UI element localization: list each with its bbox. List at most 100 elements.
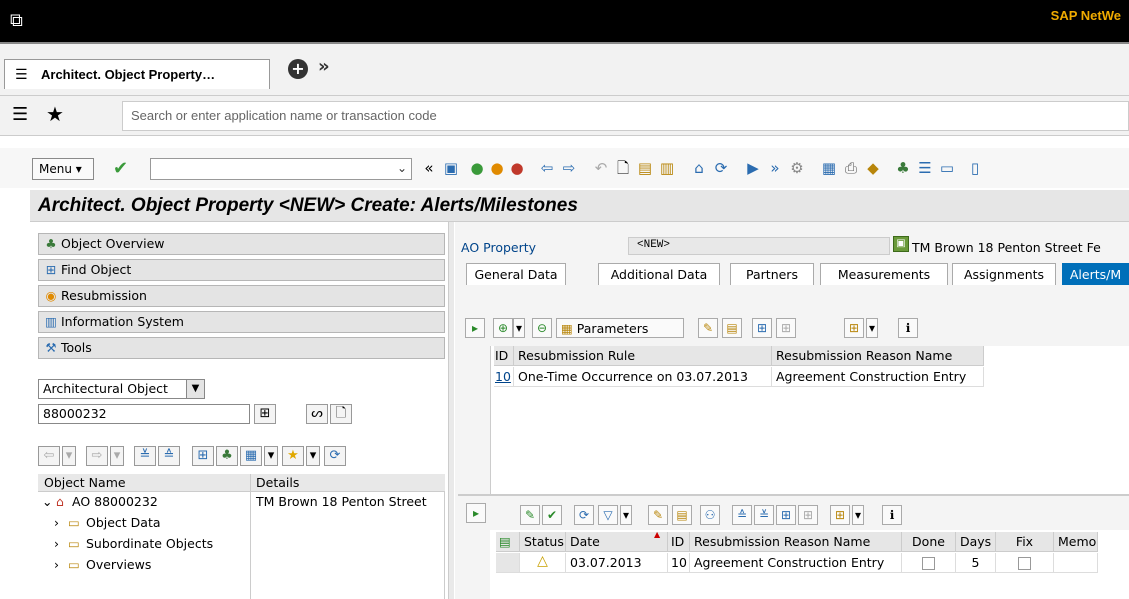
change-icon[interactable]: ▤ [672, 505, 692, 525]
collapse-all-icon[interactable]: ≙ [158, 446, 180, 466]
tree-refresh-icon[interactable]: ⟳ [324, 446, 346, 466]
system-menu-icon[interactable]: ⧉ [10, 10, 32, 32]
table-view-icon[interactable]: ▭ [938, 159, 956, 177]
copy-icon[interactable]: ▤ [636, 159, 654, 177]
more-tabs-chevron-icon[interactable]: » [318, 56, 330, 77]
chevron-right-icon[interactable]: › [54, 557, 59, 572]
structure-icon[interactable]: ♣ [894, 159, 912, 177]
back-icon[interactable]: ● [468, 159, 486, 177]
tab-general-data[interactable]: General Data [466, 263, 566, 285]
layout-dropdown-button[interactable]: ▾ [264, 446, 278, 466]
tree-favorites-icon[interactable]: ★ [282, 446, 304, 466]
layout-dropdown-icon[interactable]: ▾ [852, 505, 864, 525]
tab-additional-data[interactable]: Additional Data [598, 263, 720, 285]
tree-root-node[interactable]: ⌄ ⌂ AO 88000232 TM Brown 18 Penton Stree… [38, 492, 445, 513]
col-date[interactable]: Date [566, 532, 668, 552]
print-icon[interactable]: ⎙ [842, 159, 860, 177]
parameters-button[interactable]: ▦ Parameters [556, 318, 684, 338]
find-icon[interactable]: ⊞ [776, 505, 796, 525]
tree-hierarchy-icon[interactable]: ♣ [216, 446, 238, 466]
next-icon[interactable]: ⇨ [560, 159, 578, 177]
col-id[interactable]: ID [668, 532, 690, 552]
menu-button[interactable]: Menu ▾ [32, 158, 94, 180]
find-icon[interactable]: ⊞ [752, 318, 772, 338]
chevron-down-icon[interactable]: ⌄ [42, 494, 52, 509]
list-icon[interactable]: ☰ [916, 159, 934, 177]
col-memo[interactable]: Memo [1054, 532, 1098, 552]
settings-icon[interactable]: ⚙ [788, 159, 806, 177]
info-icon[interactable]: ℹ [898, 318, 918, 338]
back-double-icon[interactable]: « [420, 159, 438, 177]
tab-alerts-milestones[interactable]: Alerts/M [1062, 263, 1129, 285]
change-icon[interactable]: ▤ [722, 318, 742, 338]
layout-grid-icon[interactable]: ⊞ [830, 505, 850, 525]
nav-tools[interactable]: ⚒ Tools [38, 337, 445, 359]
hierarchy-icon[interactable]: ⌂ [690, 159, 708, 177]
command-field[interactable]: ⌄ [150, 158, 412, 180]
new-tab-plus-icon[interactable]: + [288, 59, 308, 79]
paste-icon[interactable]: ▥ [658, 159, 676, 177]
col-fix[interactable]: Fix [996, 532, 1054, 552]
insert-row-icon[interactable]: ⊕ [493, 318, 513, 338]
new-page-button[interactable]: 🗋 [330, 404, 352, 424]
tree-layout-icon[interactable]: ▦ [240, 446, 262, 466]
tree-node-object-data[interactable]: › ▭ Object Data [38, 513, 445, 534]
forward-arrow-button[interactable]: ⇨ [86, 446, 108, 466]
row-memo[interactable] [1054, 553, 1098, 573]
search-input[interactable]: Search or enter application name or tran… [122, 101, 1129, 131]
col-done[interactable]: Done [902, 532, 956, 552]
chevron-right-icon[interactable]: › [54, 536, 59, 551]
sort-descending-icon[interactable]: ≚ [754, 505, 774, 525]
tree-find-icon[interactable]: ⊞ [192, 446, 214, 466]
nav-object-overview[interactable]: ♣ Object Overview [38, 233, 445, 255]
col-status[interactable]: Status [520, 532, 566, 552]
chevron-down-icon[interactable]: ⌄ [397, 161, 407, 175]
exit-icon[interactable]: ● [488, 159, 506, 177]
row-id[interactable]: 10 [668, 553, 690, 573]
filter-icon[interactable]: ▽ [598, 505, 618, 525]
chevron-down-icon[interactable]: ▼ [186, 380, 204, 398]
object-number-input[interactable]: 88000232 [38, 404, 250, 424]
nav-information-system[interactable]: ▥ Information System [38, 311, 445, 333]
forward-icon[interactable]: » [766, 159, 784, 177]
done-checkbox[interactable] [922, 557, 935, 570]
tree-col-object-name[interactable]: Object Name [44, 475, 126, 490]
sort-ascending-icon[interactable]: ≙ [732, 505, 752, 525]
col-days[interactable]: Days [956, 532, 996, 552]
users-icon[interactable]: ⚇ [700, 505, 720, 525]
glasses-button[interactable]: ᔕ [306, 404, 328, 424]
nav-find-object[interactable]: ⊞ Find Object [38, 259, 445, 281]
edit-pencil-icon[interactable]: ✎ [648, 505, 668, 525]
refresh-icon[interactable]: ⟳ [712, 159, 730, 177]
forward-dropdown-button[interactable]: ▾ [110, 446, 124, 466]
find-next-icon[interactable]: ⊞ [776, 318, 796, 338]
find-binoculars-button[interactable]: ⊞ [254, 404, 276, 424]
tree-node-overviews[interactable]: › ▭ Overviews [38, 555, 445, 576]
layout-icon[interactable]: ▦ [820, 159, 838, 177]
back-arrow-button[interactable]: ⇦ [38, 446, 60, 466]
menu-list-icon[interactable]: ☰ [12, 104, 28, 125]
favorites-dropdown-button[interactable]: ▾ [306, 446, 320, 466]
edit-pencil-icon[interactable]: ✎ [698, 318, 718, 338]
select-rows-icon[interactable]: ▤ [496, 532, 520, 552]
pane-splitter[interactable] [448, 222, 454, 599]
export-icon[interactable]: ◆ [864, 159, 882, 177]
confirm-icon[interactable]: ✎ [520, 505, 540, 525]
previous-icon[interactable]: ⇦ [538, 159, 556, 177]
tab-assignments[interactable]: Assignments [952, 263, 1056, 285]
filter-dropdown-icon[interactable]: ▾ [620, 505, 632, 525]
layout-grid-icon[interactable]: ⊞ [844, 318, 864, 338]
expand-all-icon[interactable]: ≚ [134, 446, 156, 466]
tree-col-details[interactable]: Details [256, 475, 299, 490]
delete-row-icon[interactable]: ⊖ [532, 318, 552, 338]
row-days[interactable]: 5 [956, 553, 996, 573]
object-type-select[interactable]: Architectural Object ▼ [38, 379, 205, 399]
row-resubmission-rule[interactable]: One-Time Occurrence on 03.07.2013 [514, 367, 772, 387]
info-icon[interactable]: ℹ [882, 505, 902, 525]
col-resubmission-reason-name[interactable]: Resubmission Reason Name [690, 532, 902, 552]
new-document-icon[interactable]: 🗋 [614, 159, 632, 177]
layout-dropdown-icon[interactable]: ▾ [866, 318, 878, 338]
enter-check-icon[interactable]: ✔ [113, 158, 128, 179]
tab-measurements[interactable]: Measurements [820, 263, 948, 285]
find-next-icon[interactable]: ⊞ [798, 505, 818, 525]
